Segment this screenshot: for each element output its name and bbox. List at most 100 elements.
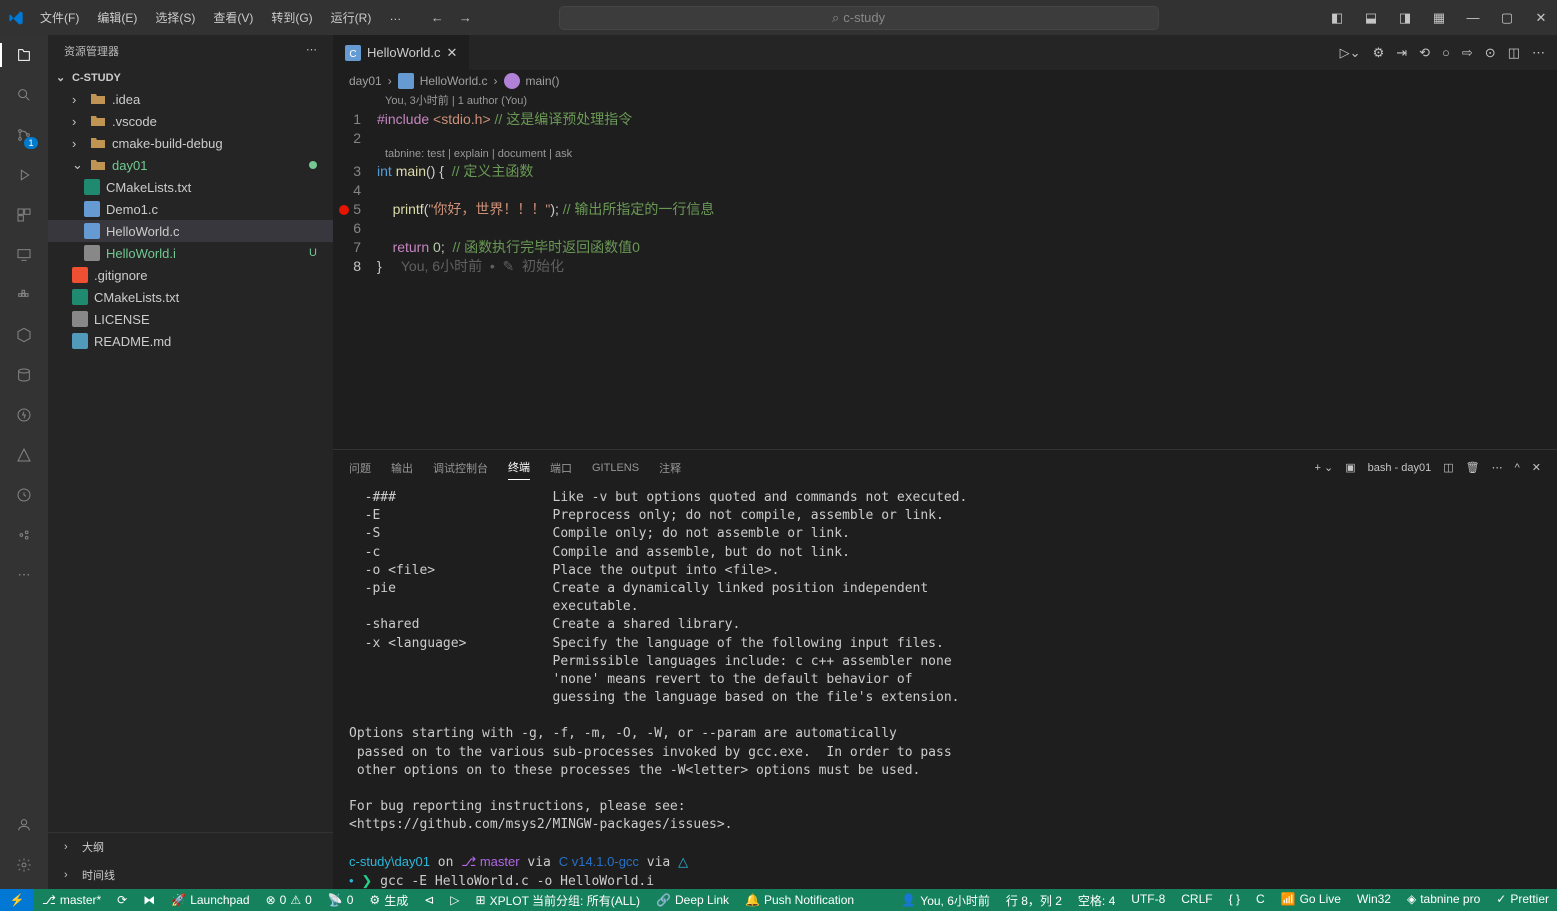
tree-LICENSE[interactable]: LICENSE — [48, 308, 333, 330]
codelens-author[interactable]: You, 3小时前 | 1 author (You) — [333, 92, 1557, 108]
menu-运行(R)[interactable]: 运行(R) — [323, 5, 380, 30]
code-line-4[interactable]: 4 — [333, 181, 1557, 200]
launchpad-status[interactable]: 🚀 Launchpad — [163, 889, 257, 911]
cmake-icon[interactable] — [12, 443, 36, 467]
thunder-icon[interactable] — [12, 403, 36, 427]
terminal-kill-icon[interactable]: 🗑 — [1466, 461, 1480, 474]
search-activity-icon[interactable] — [12, 83, 36, 107]
tree-CMakeLists.txt[interactable]: CMakeLists.txt — [48, 176, 333, 198]
code-line-7[interactable]: 7 return 0; // 函数执行完毕时返回函数值0 — [333, 238, 1557, 257]
tab-helloworld[interactable]: C HelloWorld.c ✕ — [333, 35, 470, 70]
refresh-icon[interactable]: ⟲ — [1419, 45, 1430, 61]
panel-tab-终端[interactable]: 终端 — [508, 455, 530, 480]
terminal-name[interactable]: bash - day01 — [1368, 462, 1432, 474]
explorer-icon[interactable] — [12, 43, 36, 67]
panel-maximize-icon[interactable]: ^ — [1515, 462, 1520, 474]
encoding-status[interactable]: UTF-8 — [1123, 892, 1173, 906]
lang-status[interactable]: C — [1248, 892, 1273, 906]
tree-.gitignore[interactable]: .gitignore — [48, 264, 333, 286]
ports-status[interactable]: 📡 0 — [320, 889, 362, 911]
eol-status[interactable]: CRLF — [1173, 892, 1220, 906]
run-dropdown-icon[interactable]: ▷⌄ — [1340, 45, 1361, 61]
minimap[interactable] — [1467, 92, 1557, 449]
panel-tab-输出[interactable]: 输出 — [391, 456, 413, 480]
debug-prev-icon[interactable]: ⊲ — [416, 889, 442, 911]
code-editor[interactable]: You, 3小时前 | 1 author (You) 1#include <st… — [333, 92, 1557, 449]
brackets-status[interactable]: { } — [1221, 892, 1248, 906]
next-icon[interactable]: ⇨ — [1462, 45, 1473, 61]
graph-icon[interactable]: ⧓ — [135, 889, 163, 911]
codelens-tabnine[interactable]: tabnine: test | explain | document | ask — [333, 148, 1557, 160]
terminal-split-icon[interactable]: ◫ — [1443, 461, 1453, 474]
tree-HelloWorld.i[interactable]: HelloWorld.iU — [48, 242, 333, 264]
minimize-icon[interactable]: — — [1465, 10, 1481, 26]
tree-HelloWorld.c[interactable]: HelloWorld.c — [48, 220, 333, 242]
layout-sidebar-right-icon[interactable]: ◨ — [1397, 10, 1413, 26]
tree-.vscode[interactable]: ›.vscode — [48, 110, 333, 132]
tree-README.md[interactable]: README.md — [48, 330, 333, 352]
sidebar-more-icon[interactable]: ⋯ — [306, 43, 317, 59]
terminal-more-icon[interactable]: ⋯ — [1492, 461, 1503, 474]
tree-.idea[interactable]: ›.idea — [48, 88, 333, 110]
panel-tab-调试控制台[interactable]: 调试控制台 — [433, 456, 488, 480]
debug-icon[interactable] — [12, 163, 36, 187]
win32-status[interactable]: Win32 — [1349, 892, 1399, 906]
debug-play-icon[interactable]: ▷ — [442, 889, 467, 911]
outline-section[interactable]: ›大纲 — [48, 833, 333, 861]
breadcrumb[interactable]: day01 › HelloWorld.c › main() — [333, 70, 1557, 92]
panel-tab-端口[interactable]: 端口 — [550, 456, 572, 480]
cpp-icon[interactable] — [12, 323, 36, 347]
play-circle-icon[interactable]: ⊙ — [1485, 45, 1496, 61]
panel-tab-GITLENS[interactable]: GITLENS — [592, 458, 639, 478]
sync-status[interactable]: ⟳ — [109, 889, 135, 911]
build-status[interactable]: ⚙ 生成 — [361, 889, 416, 911]
split-icon[interactable]: ◫ — [1508, 45, 1520, 61]
terminal-new-icon[interactable]: + ⌄ — [1315, 461, 1334, 474]
misc-icon[interactable] — [12, 523, 36, 547]
xplot-status[interactable]: ⊞ XPLOT 当前分组: 所有(ALL) — [468, 889, 649, 911]
errors-status[interactable]: ⊗ 0 ⚠ 0 — [258, 889, 320, 911]
menu-文件(F)[interactable]: 文件(F) — [32, 5, 87, 30]
project-header[interactable]: ⌄ C-STUDY — [48, 67, 333, 88]
menu-…[interactable]: … — [381, 5, 409, 30]
scm-icon[interactable]: 1 — [12, 123, 36, 147]
circle-icon[interactable]: ○ — [1442, 45, 1450, 61]
extensions-icon[interactable] — [12, 203, 36, 227]
close-icon[interactable]: ✕ — [1533, 10, 1549, 26]
panel-tab-注释[interactable]: 注释 — [659, 456, 681, 480]
test-icon[interactable] — [12, 483, 36, 507]
settings-icon[interactable] — [12, 853, 36, 877]
command-center[interactable]: ⌕ c-study — [559, 6, 1159, 30]
code-line-8[interactable]: 8} You, 6小时前 • ✎ 初始化 — [333, 257, 1557, 276]
remote-icon[interactable] — [12, 243, 36, 267]
layout-sidebar-left-icon[interactable]: ◧ — [1329, 10, 1345, 26]
more-icon[interactable]: ⋯ — [12, 563, 36, 587]
menu-转到(G)[interactable]: 转到(G) — [263, 5, 320, 30]
layout-customize-icon[interactable]: ▦ — [1431, 10, 1447, 26]
menu-编辑(E)[interactable]: 编辑(E) — [89, 5, 145, 30]
code-line-2[interactable]: 2 — [333, 129, 1557, 148]
settings-gear-icon[interactable]: ⚙ — [1373, 45, 1385, 61]
terminal-output[interactable]: -### Like -v but options quoted and comm… — [333, 485, 1557, 889]
menu-查看(V)[interactable]: 查看(V) — [205, 5, 261, 30]
tree-day01[interactable]: ⌄day01 — [48, 154, 333, 176]
golive-status[interactable]: 📶 Go Live — [1273, 892, 1349, 906]
remote-button[interactable]: ⚡ — [0, 889, 34, 911]
breakpoint-icon[interactable] — [339, 205, 349, 215]
tab-close-icon[interactable]: ✕ — [446, 45, 457, 61]
prettier-status[interactable]: ✓ Prettier — [1488, 892, 1557, 906]
timeline-section[interactable]: ›时间线 — [48, 861, 333, 889]
panel-tab-问题[interactable]: 问题 — [349, 456, 371, 480]
tabnine-status[interactable]: ◈ tabnine pro — [1399, 892, 1488, 906]
database-icon[interactable] — [12, 363, 36, 387]
panel-close-icon[interactable]: ✕ — [1532, 461, 1541, 474]
tree-CMakeLists.txt[interactable]: CMakeLists.txt — [48, 286, 333, 308]
account-icon[interactable] — [12, 813, 36, 837]
code-line-1[interactable]: 1#include <stdio.h> // 这是编译预处理指令 — [333, 110, 1557, 129]
back-icon[interactable]: ← — [429, 10, 445, 26]
docker-icon[interactable] — [12, 283, 36, 307]
blame-status[interactable]: 👤 You, 6小时前 — [893, 892, 998, 909]
tree-cmake-build-debug[interactable]: ›cmake-build-debug — [48, 132, 333, 154]
menu-选择(S)[interactable]: 选择(S) — [147, 5, 203, 30]
maximize-icon[interactable]: ▢ — [1499, 10, 1515, 26]
